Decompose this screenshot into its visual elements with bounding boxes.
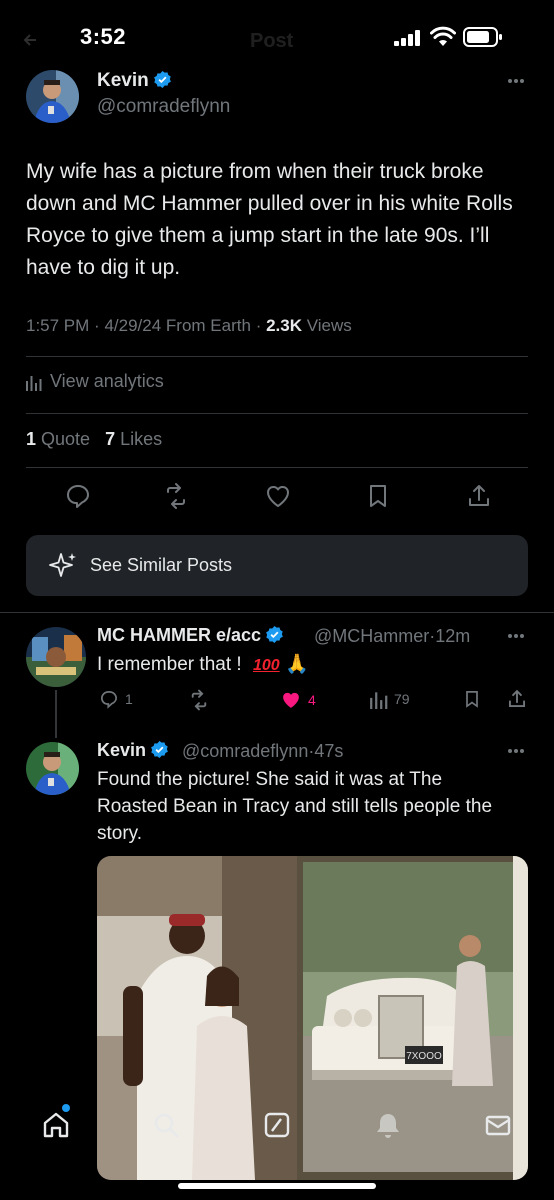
tweet-meta: 1:57 PM · 4/29/24 From Earth · 2.3K View… [26, 316, 352, 335]
author-handle[interactable]: @comradeflynn [97, 96, 230, 118]
status-time: 3:52 [80, 24, 127, 49]
sparkle-icon [49, 552, 76, 577]
like-icon[interactable] [264, 482, 292, 510]
bookmark-icon[interactable] [364, 482, 392, 510]
reply-text: I remember that ! 100 🙏 [97, 654, 309, 675]
views-label: Views [306, 316, 352, 335]
grok-icon[interactable] [262, 1110, 292, 1140]
avatar[interactable] [26, 742, 79, 795]
divider [26, 356, 528, 357]
verified-badge-icon [151, 740, 168, 759]
tweet-source: From Earth [165, 316, 251, 335]
divider [26, 467, 528, 468]
more-options-icon[interactable] [507, 633, 525, 639]
reply-author-handle[interactable]: @MCHammer·12m [314, 626, 470, 647]
views-count: 2.3K [266, 316, 303, 335]
battery-icon [463, 27, 502, 47]
status-bar: Post 3:52 [0, 0, 554, 70]
license-plate-text: 7XOOO [406, 1051, 442, 1062]
bookmark-icon[interactable] [462, 688, 482, 710]
tweet-date[interactable]: 4/29/24 [104, 316, 161, 335]
hundred-points-emoji: 100 [252, 657, 280, 674]
engagement-counts: 1 Quote 7 Likes [26, 429, 162, 450]
quotes-link[interactable]: 1 Quote [26, 429, 90, 449]
divider [26, 413, 528, 414]
signal-icon [394, 30, 420, 46]
wifi-icon [430, 26, 456, 46]
share-icon[interactable] [506, 688, 528, 710]
retweet-icon [191, 689, 207, 711]
avatar-image [26, 627, 86, 687]
tweet-time[interactable]: 1:57 PM [26, 316, 89, 335]
notifications-icon[interactable] [373, 1110, 403, 1140]
reply-text: Found the picture! She said it was at Th… [97, 769, 493, 844]
see-similar-posts-button[interactable]: See Similar Posts [26, 535, 528, 596]
thread-line [55, 690, 57, 738]
likes-link[interactable]: 7 Likes [105, 429, 162, 449]
reply-author-name[interactable]: MC HAMMER e/acc [97, 625, 284, 646]
verified-badge-icon [266, 625, 283, 644]
avatar[interactable] [26, 627, 86, 687]
share-icon[interactable] [465, 482, 493, 510]
home-indicator[interactable] [178, 1183, 376, 1189]
like-button[interactable]: 4 [280, 689, 316, 711]
search-icon[interactable] [151, 1110, 181, 1140]
reply-author-name[interactable]: Kevin [97, 740, 169, 761]
reply-time: 47s [314, 741, 344, 761]
reply-author-handle[interactable]: @comradeflynn·47s [182, 741, 343, 762]
avatar-image [26, 742, 79, 795]
retweet-button[interactable] [188, 689, 210, 711]
more-options-icon[interactable] [507, 78, 525, 84]
reply-icon [100, 690, 118, 709]
author-name[interactable]: Kevin [97, 70, 172, 92]
verified-badge-icon [153, 70, 171, 89]
reply-icon[interactable] [64, 482, 92, 510]
view-analytics-link[interactable]: View analytics [26, 371, 164, 392]
views-button[interactable]: 79 [370, 689, 410, 709]
home-notification-dot [62, 1104, 70, 1112]
analytics-icon [370, 692, 388, 709]
more-options-icon[interactable] [507, 748, 525, 754]
reply-button[interactable]: 1 [99, 689, 133, 709]
page-title: Post [250, 30, 294, 52]
like-filled-icon [283, 692, 299, 708]
tweet-text: My wife has a picture from when their tr… [26, 160, 513, 279]
avatar[interactable] [26, 70, 79, 123]
back-arrow-icon[interactable] [22, 32, 38, 48]
reply-time: 12m [435, 626, 471, 646]
avatar-image [26, 70, 79, 123]
home-icon[interactable] [41, 1110, 71, 1140]
folded-hands-emoji: 🙏 [284, 654, 309, 675]
retweet-icon[interactable] [162, 482, 190, 510]
divider [0, 612, 554, 613]
messages-icon[interactable] [483, 1110, 513, 1140]
analytics-icon [26, 375, 42, 391]
